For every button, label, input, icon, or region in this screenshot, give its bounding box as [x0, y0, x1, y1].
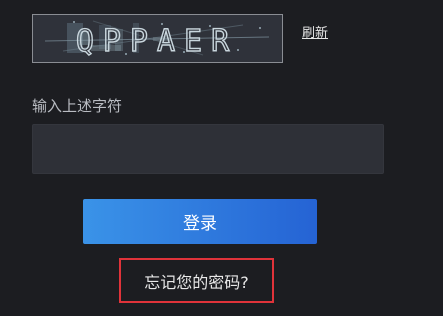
refresh-captcha-link[interactable]: 刷新: [302, 22, 328, 41]
captcha-text: QPPAER: [76, 24, 238, 59]
forgot-password-highlight: 忘记您的密码?: [119, 258, 274, 303]
captcha-image: QPPAER: [32, 14, 283, 63]
captcha-graphic: QPPAER: [33, 15, 282, 62]
captcha-input[interactable]: [32, 124, 384, 174]
forgot-password-link[interactable]: 忘记您的密码?: [144, 269, 249, 293]
captcha-input-label: 输入上述字符: [32, 97, 123, 115]
login-button[interactable]: 登录: [83, 199, 317, 244]
